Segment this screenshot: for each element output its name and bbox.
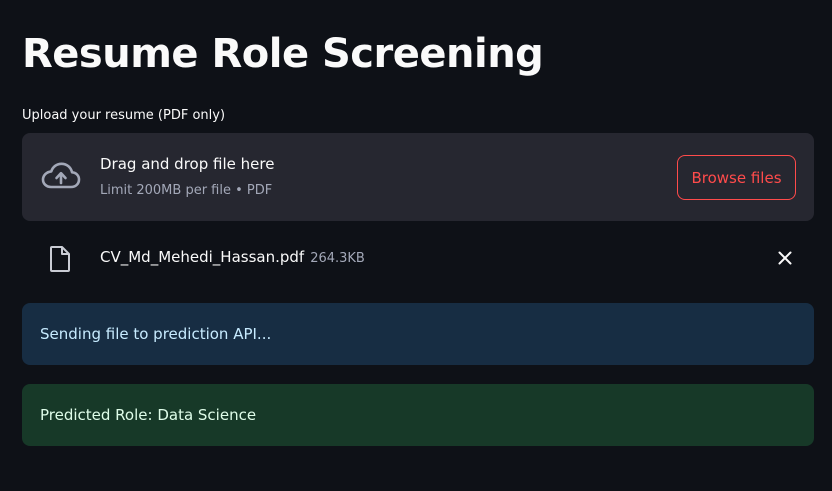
uploaded-file-size: 264.3KB [310, 251, 365, 266]
browse-files-button[interactable]: Browse files [677, 155, 796, 200]
success-alert-text: Predicted Role: Data Science [40, 406, 257, 424]
file-icon [48, 245, 72, 273]
info-alert: Sending file to prediction API... [22, 303, 814, 365]
close-icon [778, 251, 792, 265]
info-alert-text: Sending file to prediction API... [40, 325, 272, 343]
page-title: Resume Role Screening [22, 31, 544, 77]
uploaded-file-info: CV_Md_Mehedi_Hassan.pdf 264.3KB [100, 246, 365, 270]
app-page: Resume Role Screening Upload your resume… [0, 0, 832, 491]
remove-file-button[interactable] [774, 247, 796, 269]
uploader-label: Upload your resume (PDF only) [22, 108, 226, 123]
success-alert: Predicted Role: Data Science [22, 384, 814, 446]
dropzone-limit: Limit 200MB per file • PDF [100, 183, 273, 198]
dropzone-text: Drag and drop file here Limit 200MB per … [100, 153, 274, 200]
uploaded-file-row: CV_Md_Mehedi_Hassan.pdf 264.3KB [22, 236, 814, 280]
file-dropzone[interactable]: Drag and drop file here Limit 200MB per … [22, 133, 814, 221]
dropzone-title: Drag and drop file here [100, 155, 275, 173]
cloud-upload-icon [40, 159, 82, 195]
uploaded-file-name: CV_Md_Mehedi_Hassan.pdf [100, 248, 305, 266]
